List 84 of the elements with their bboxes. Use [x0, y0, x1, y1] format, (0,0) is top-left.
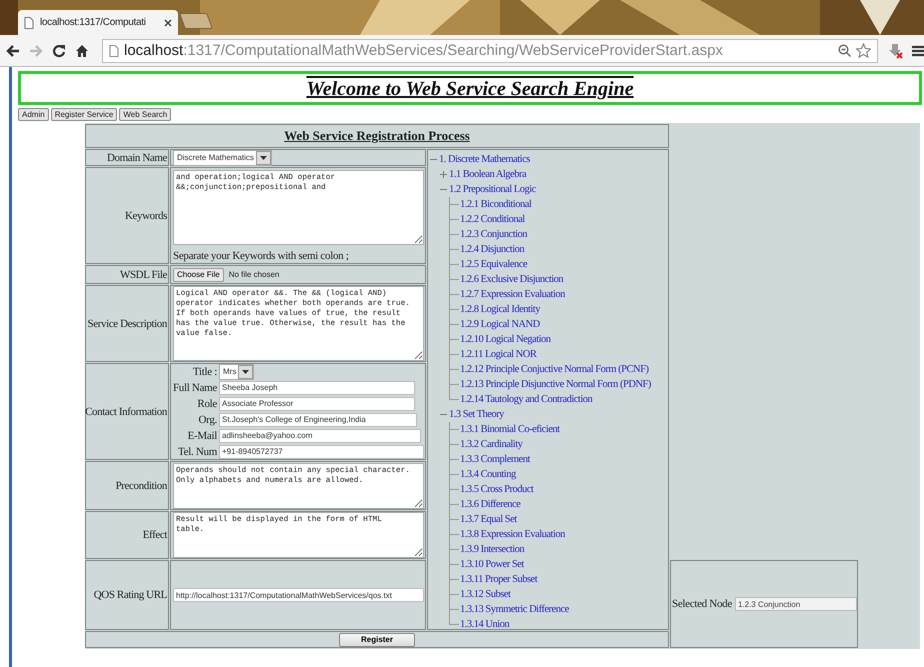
tree-item[interactable]: 1.2.13 Principle Disjunctive Normal Form (PDNF) [460, 377, 651, 392]
tree-item[interactable]: 1.3.4 Counting [460, 467, 516, 482]
tree-item[interactable]: 1.3.2 Cardinality [460, 437, 522, 452]
expand-icon[interactable] [440, 171, 447, 178]
caret-icon[interactable] [242, 370, 250, 374]
home-icon[interactable] [75, 44, 89, 58]
page-icon [109, 44, 119, 56]
field-label: Role [196, 396, 217, 412]
field-label: QOS Rating URL [94, 589, 167, 601]
text-field[interactable]: St.Joseph's College of Engineering,India [219, 412, 417, 426]
tree-item[interactable]: 1.2.5 Equivalence [460, 257, 528, 272]
text-field[interactable]: adlinsheeba@yahoo.com [219, 428, 421, 442]
tree-item[interactable]: 1.3.12 Subset [460, 587, 510, 602]
tree-item[interactable]: 1.2.3 Conjunction [460, 227, 528, 242]
collapse-icon[interactable] [440, 411, 447, 418]
choose-file-button[interactable]: Choose File [173, 268, 224, 282]
tree-item[interactable]: 1.3.3 Complement [460, 452, 530, 467]
field-label: Selected Node [672, 598, 732, 610]
tree-item[interactable]: 1.2.7 Expression Evaluation [460, 287, 565, 302]
tree-item[interactable]: 1.2 Prepositional Logic [449, 182, 536, 197]
caret-icon[interactable] [260, 156, 267, 160]
field-label: Contact Information [85, 406, 167, 418]
browser-tab[interactable]: localhost:1317/Computati [18, 10, 178, 35]
page-title: Welcome to Web Service Search Engine [306, 77, 634, 102]
back-icon[interactable] [6, 44, 20, 58]
field-label: Full Name [172, 380, 217, 396]
text-field[interactable]: Sheeba Joseph [219, 380, 415, 394]
nav-button[interactable]: Admin [18, 108, 49, 121]
reload-icon[interactable] [52, 44, 66, 58]
url-field[interactable]: http://localhost:1317/ComputationalMathWebServices/qos.txt [173, 588, 424, 602]
tree-item[interactable]: 1.3.14 Union [460, 617, 510, 632]
tree-item[interactable]: 1.3.9 Intersection [460, 542, 524, 557]
tree-item[interactable]: 1.3 Set Theory [449, 407, 504, 422]
field-label: Service Description [88, 318, 167, 330]
tree-item[interactable]: 1.2.1 Biconditional [460, 197, 532, 212]
field-label: Keywords [124, 210, 167, 222]
tree-item[interactable]: 1.2.6 Exclusive Disjunction [460, 272, 564, 287]
hint-text: Separate your Keywords with semi colon ; [173, 250, 349, 262]
address-bar[interactable]: localhost:1317/ComputationalMathWebServices/Searching/WebServiceProviderStart.aspx [102, 38, 878, 62]
tree-item[interactable]: 1.3.7 Equal Set [460, 512, 517, 527]
close-icon[interactable] [164, 18, 172, 26]
tree-item[interactable]: 1.2.12 Principle Conjuctive Normal Form (PCNF) [460, 362, 648, 377]
field-label: Org. [198, 412, 217, 428]
tree-item[interactable]: 1.2.8 Logical Identity [460, 302, 540, 317]
register-button[interactable]: Register [339, 632, 415, 646]
zoom-icon[interactable] [838, 44, 851, 57]
page-icon [24, 16, 34, 28]
title-select[interactable]: Mrs [219, 364, 254, 380]
tree-item[interactable]: 1.3.6 Difference [460, 497, 520, 512]
text-field[interactable]: Associate Professor [219, 396, 415, 410]
tree-item[interactable]: 1.1 Boolean Algebra [449, 167, 526, 182]
menu-icon[interactable] [912, 44, 924, 56]
tree-item[interactable]: 1.2.10 Logical Negation [460, 332, 551, 347]
field-label: Effect [142, 529, 167, 541]
tree-item[interactable]: 1.2.4 Disjunction [460, 242, 524, 257]
tree-item[interactable]: 1.2.14 Tautology and Contradiction [460, 392, 592, 407]
text-field[interactable]: +91-8940572737 [219, 444, 424, 458]
tree-item[interactable]: 1.3.13 Symmetric Difference [460, 602, 569, 617]
field-label: WSDL File [120, 268, 167, 280]
collapse-icon[interactable] [440, 186, 447, 193]
domain-select[interactable]: Discrete Mathematics [173, 150, 272, 166]
nav-button[interactable]: Web Search [119, 108, 172, 121]
star-icon[interactable] [856, 43, 871, 58]
collapse-icon[interactable] [430, 156, 437, 163]
tree-item[interactable]: 1.2.11 Logical NOR [460, 347, 536, 362]
tree-item[interactable]: 1.2.2 Conditional [460, 212, 525, 227]
field-label: E-Mail [186, 428, 217, 444]
tree-item[interactable]: 1.3.8 Expression Evaluation [460, 527, 565, 542]
file-status: No file chosen [228, 270, 280, 279]
tree-item[interactable]: 1.3.1 Binomial Co-eficient [460, 422, 560, 437]
field-label: Domain Name [106, 152, 167, 164]
field-label: Tel. Num [177, 444, 217, 460]
tree-item[interactable]: 1. Discrete Mathematics [439, 152, 530, 167]
field-label: Title : [192, 364, 217, 380]
url-text: localhost:1317/ComputationalMathWebServices/Searching/WebServiceProviderStart.aspx [124, 42, 723, 59]
extension-icon[interactable] [887, 42, 903, 58]
tree-item[interactable]: 1.3.5 Cross Product [460, 482, 534, 497]
nav-button[interactable]: Register Service [50, 108, 118, 121]
form-title: Web Service Registration Process [284, 128, 470, 144]
tree-item[interactable]: 1.2.9 Logical NAND [460, 317, 540, 332]
selected-node-field[interactable]: 1.2.3 Conjunction [734, 597, 857, 611]
field-label: Precondition [116, 480, 167, 492]
tree-item[interactable]: 1.3.11 Proper Subset [460, 572, 538, 587]
tree-item[interactable]: 1.3.10 Power Set [460, 557, 524, 572]
